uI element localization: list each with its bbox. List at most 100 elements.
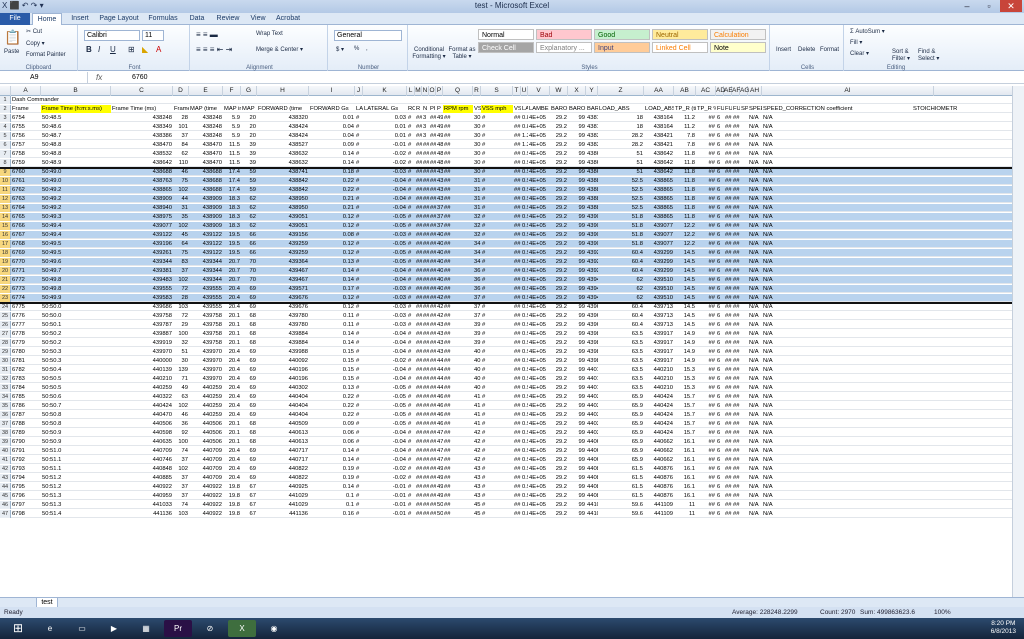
cell[interactable]: ##	[422, 465, 429, 473]
cell[interactable]: 440848	[586, 483, 598, 491]
cell[interactable]: #	[355, 447, 363, 455]
cell[interactable]: 69	[241, 294, 257, 302]
cell[interactable]: ##	[443, 159, 473, 167]
cell[interactable]: 440635	[586, 438, 598, 446]
cell[interactable]: 15.7	[674, 411, 696, 419]
cell[interactable]: 4E+05	[528, 474, 550, 482]
cell[interactable]: 50:50.6	[41, 393, 111, 401]
cell[interactable]: 4025	[436, 240, 443, 248]
cell[interactable]: 6774	[11, 294, 41, 302]
cell[interactable]: 438136	[586, 123, 598, 131]
cell[interactable]: 69	[241, 357, 257, 365]
row-header[interactable]: 8	[0, 159, 11, 167]
cell[interactable]: ##	[732, 258, 740, 266]
cell[interactable]: 4200	[436, 294, 443, 302]
row-header[interactable]: 2	[0, 105, 11, 113]
cell[interactable]: ##	[422, 474, 429, 482]
cell[interactable]: 441033	[111, 501, 173, 509]
cell[interactable]: ##	[429, 168, 436, 176]
cell[interactable]: ##	[696, 249, 716, 257]
cell[interactable]: 11.2	[674, 123, 696, 131]
cell[interactable]: N/A	[748, 276, 762, 284]
cell[interactable]: 36	[473, 285, 481, 293]
cell[interactable]: 438349	[111, 123, 173, 131]
bold-button[interactable]: B	[86, 45, 92, 54]
cell[interactable]: ##	[696, 258, 716, 266]
cell[interactable]: 7.8	[674, 141, 696, 149]
cell[interactable]: N/A	[762, 411, 802, 419]
cell[interactable]: 6796	[11, 492, 41, 500]
cell[interactable]: 29.2	[550, 141, 568, 149]
cell[interactable]: 4938	[436, 132, 443, 140]
cell[interactable]: 39	[241, 141, 257, 149]
cell[interactable]: ##	[696, 159, 716, 167]
cell[interactable]: 14.5	[674, 294, 696, 302]
cell[interactable]: 0.19	[309, 465, 355, 473]
cell[interactable]: ##	[443, 492, 473, 500]
cell[interactable]: N/A	[762, 348, 802, 356]
cell[interactable]: 0.14	[309, 483, 355, 491]
cell[interactable]: 0.984	[521, 276, 528, 284]
cell[interactable]: #	[407, 123, 415, 131]
cell[interactable]: 29.2	[550, 447, 568, 455]
cell[interactable]: ##	[513, 483, 521, 491]
cell[interactable]: N/A	[762, 240, 802, 248]
cell[interactable]: 99	[568, 438, 586, 446]
cell[interactable]: 20.4	[223, 393, 241, 401]
cell[interactable]: 0.13	[309, 384, 355, 392]
cell[interactable]: 440404	[257, 411, 309, 419]
cell[interactable]: 439583	[111, 294, 173, 302]
cell[interactable]: 0.937	[521, 375, 528, 383]
cell[interactable]: ##	[422, 420, 429, 428]
cell[interactable]: 18.3	[223, 222, 241, 230]
header-cell[interactable]: RPM rpm	[443, 105, 473, 113]
cell[interactable]: 6755	[11, 123, 41, 131]
cell[interactable]: ##	[429, 240, 436, 248]
name-box[interactable]: A9	[0, 72, 88, 84]
cell[interactable]: 0.945	[521, 222, 528, 230]
cell[interactable]: 50:49.0	[41, 168, 111, 176]
cell[interactable]: 4E+05	[528, 321, 550, 329]
cell[interactable]: 0.901	[521, 465, 528, 473]
column-header-p[interactable]: P	[436, 86, 443, 96]
cell[interactable]: 0.91	[521, 438, 528, 446]
cell[interactable]: 5.9	[223, 114, 241, 122]
cell[interactable]: 0.929	[521, 411, 528, 419]
cell[interactable]: 99	[568, 213, 586, 221]
cell[interactable]: 3	[422, 123, 429, 131]
cell[interactable]: 440922	[189, 510, 223, 518]
cell[interactable]: 11.8	[674, 204, 696, 212]
cell[interactable]: 11.8	[674, 150, 696, 158]
cell[interactable]: 19.8	[223, 510, 241, 518]
row-header[interactable]: 37	[0, 420, 11, 428]
cell[interactable]: ##	[429, 447, 436, 455]
cell[interactable]: 6	[716, 231, 724, 239]
cell[interactable]: 99	[568, 456, 586, 464]
column-header-f[interactable]: F	[223, 86, 241, 96]
cell[interactable]: #	[481, 384, 513, 392]
cell[interactable]: #	[407, 114, 415, 122]
cell[interactable]: ##	[422, 312, 429, 320]
cell[interactable]: 50:50.4	[41, 366, 111, 374]
cell[interactable]: 29.2	[550, 483, 568, 491]
header-cell[interactable]: PI	[429, 105, 436, 113]
cell[interactable]: 14.5	[674, 249, 696, 257]
cell[interactable]: ##	[724, 294, 732, 302]
cell[interactable]: 0.938	[521, 348, 528, 356]
cell[interactable]: #	[407, 150, 415, 158]
cell[interactable]: 6782	[11, 366, 41, 374]
cell[interactable]: -0.04	[363, 330, 407, 338]
cell[interactable]: 30	[473, 168, 481, 176]
cell[interactable]: 6764	[11, 204, 41, 212]
cell[interactable]: ##	[724, 114, 732, 122]
cell[interactable]: 99	[568, 501, 586, 509]
cell[interactable]: ##	[443, 429, 473, 437]
cell[interactable]: 29.2	[550, 294, 568, 302]
cell[interactable]: ##	[513, 501, 521, 509]
cell[interactable]: N/A	[748, 204, 762, 212]
cell[interactable]: #	[407, 240, 415, 248]
cell[interactable]: 75	[173, 177, 189, 185]
cell[interactable]: ##	[732, 231, 740, 239]
cell[interactable]: ##	[696, 465, 716, 473]
cell[interactable]: 438421	[644, 141, 674, 149]
